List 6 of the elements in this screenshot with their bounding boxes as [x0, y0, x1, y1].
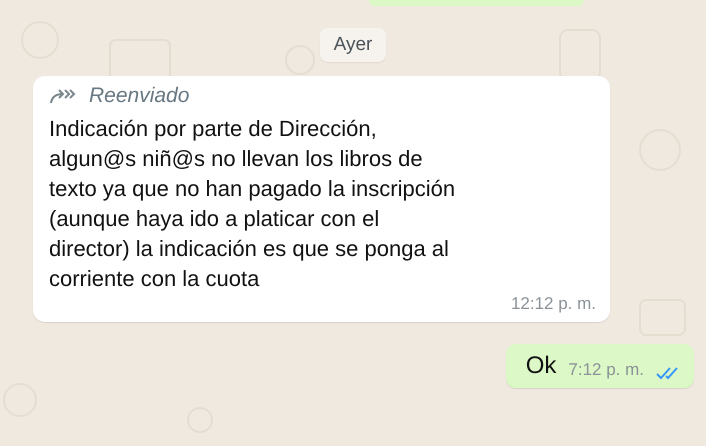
message-time: 7:12 p. m.	[568, 360, 644, 380]
message-text: Ok	[526, 352, 556, 380]
forwarded-label: Reenviado	[89, 84, 190, 108]
message-text: Indicación por parte de Dirección, algun@s niñ@s no llevan los libros de texto ya que no han pagado la inscripción (aunque haya ido a platicar con el director) la indicación es que se ponga al corriente con la cuota	[49, 115, 456, 293]
message-time: 12:12 p. m.	[510, 294, 596, 314]
date-chip: Ayer	[320, 28, 386, 62]
